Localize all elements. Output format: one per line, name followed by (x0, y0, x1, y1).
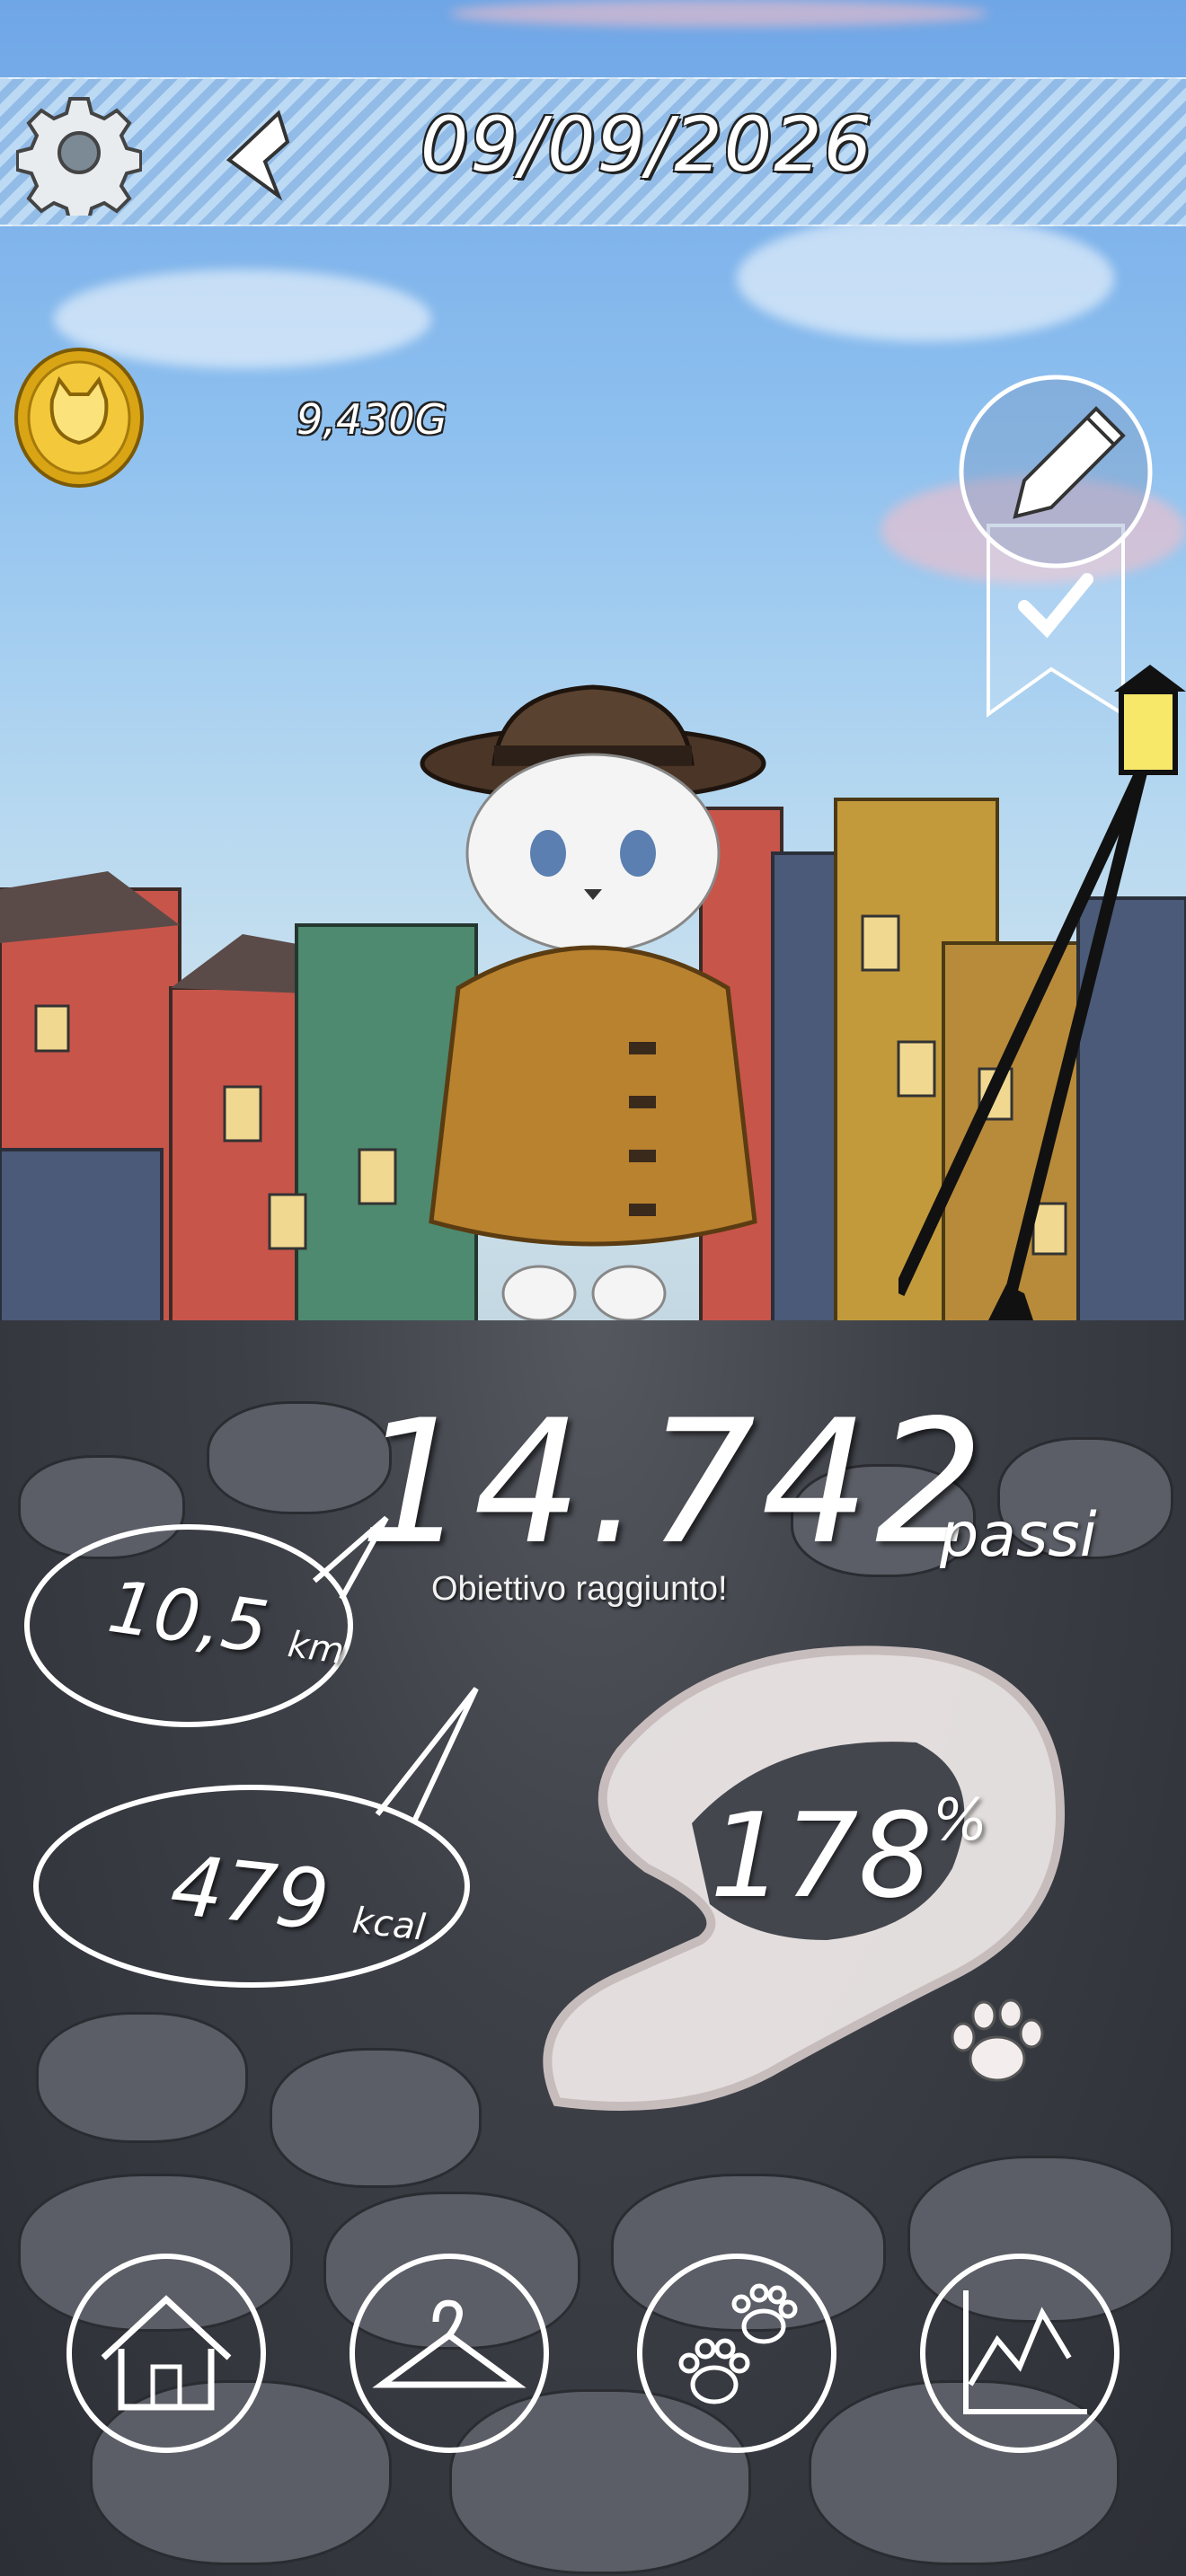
date-label: 09/09/2026 (420, 101, 874, 189)
house-icon (66, 2254, 266, 2453)
steps-unit: passi (940, 1500, 1097, 1571)
back-button[interactable] (216, 106, 305, 205)
nav-home-button[interactable] (63, 2250, 270, 2457)
cat-character[interactable] (359, 683, 827, 1329)
back-arrow-icon (226, 110, 290, 201)
paw-prints-icon (637, 2254, 836, 2453)
cat-coin-icon (14, 348, 144, 488)
cobblestone (270, 2048, 482, 2188)
coin-balance: 9,430G (296, 395, 447, 444)
cobblestone (36, 2012, 248, 2143)
street-lamp (892, 665, 1186, 1419)
nav-paws-button[interactable] (633, 2250, 840, 2457)
nav-wardrobe-button[interactable] (346, 2250, 553, 2457)
coin-badge[interactable] (13, 346, 146, 490)
gear-icon (15, 97, 143, 225)
settings-button[interactable] (15, 90, 143, 225)
nav-stats-button[interactable] (916, 2250, 1123, 2457)
cloud (449, 0, 988, 27)
chart-icon (920, 2254, 1120, 2453)
goal-percent: 178% (710, 1787, 987, 1924)
hanger-icon (350, 2254, 549, 2453)
paw-icon (951, 1998, 1044, 2082)
cloud (737, 216, 1114, 341)
